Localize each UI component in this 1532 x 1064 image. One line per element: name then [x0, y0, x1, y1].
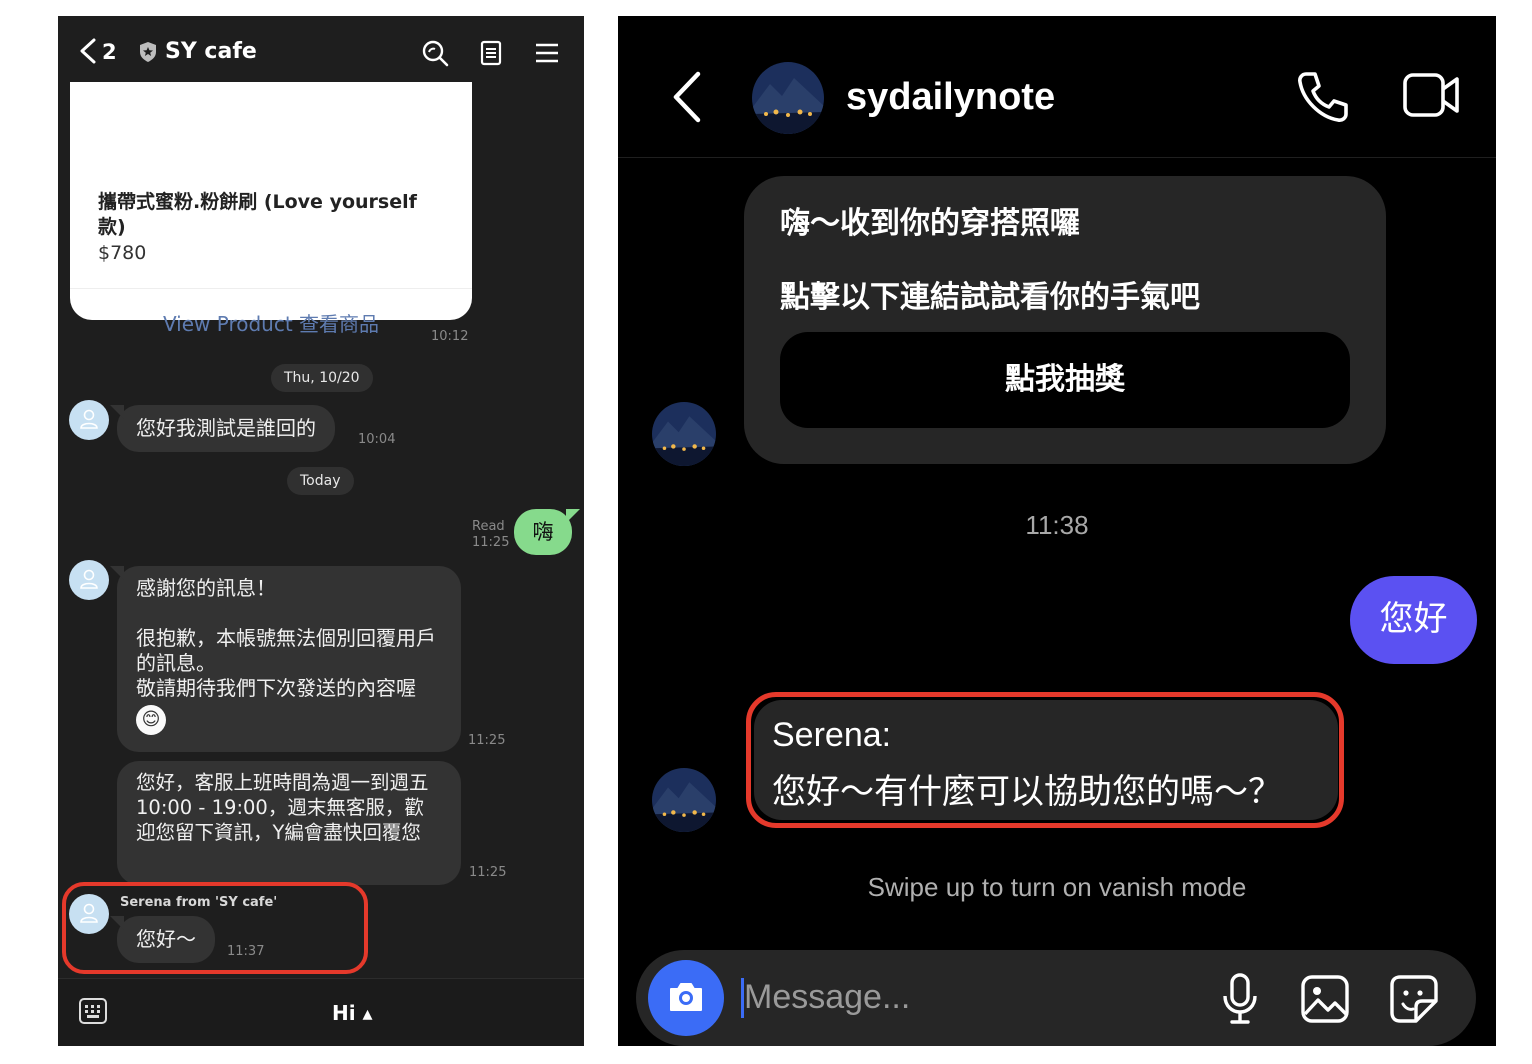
received-message: 您好我測試是誰回的 [110, 405, 335, 452]
highlight-box [62, 882, 368, 974]
avatar [69, 560, 109, 600]
message-composer: Message... [636, 950, 1476, 1046]
back-arrow-icon[interactable] [670, 70, 704, 124]
notes-icon[interactable] [476, 38, 506, 68]
video-call-icon[interactable] [1402, 70, 1462, 120]
emoji-sticker: 😊 [136, 705, 166, 735]
card-line: 點擊以下連結試試看你的手氣吧 [780, 281, 1200, 314]
highlight-box [746, 692, 1344, 828]
date-separator: Thu, 10/20 [271, 364, 373, 392]
phone-icon[interactable] [1294, 68, 1352, 126]
line-footer: Hi ▴ [58, 978, 584, 1046]
ig-header: sydailynote [618, 16, 1496, 158]
message-time: 11:25 [468, 733, 506, 748]
chat-username[interactable]: sydailynote [846, 76, 1055, 119]
keyboard-icon[interactable] [78, 997, 108, 1025]
shield-icon [140, 42, 156, 62]
view-product-link[interactable]: View Product 查看商品 [70, 308, 472, 337]
message-line: 敬請期待我們下次發送的內容喔 [136, 676, 416, 700]
sent-message: 您好 [1350, 576, 1477, 664]
camera-button[interactable] [648, 960, 724, 1036]
product-price: $780 [98, 242, 147, 264]
rich-menu-toggle[interactable]: Hi ▴ [332, 1001, 373, 1025]
search-icon[interactable] [420, 38, 450, 68]
message-line: 很抱歉，本帳號無法個別回覆用戶的訊息。 [136, 626, 436, 675]
date-separator: Today [287, 467, 354, 495]
product-card[interactable]: 攜帶式蜜粉.粉餅刷 (Love yourself 款) $780 View Pr… [70, 52, 472, 336]
message-time: 11:25 [469, 865, 507, 880]
back-arrow-icon[interactable] [76, 36, 102, 66]
instagram-chat-panel: sydailynote 嗨～收到你的穿搭照囉 點擊以下連結試試看你的手氣吧 點我… [618, 16, 1496, 1046]
lottery-button[interactable]: 點我抽獎 [780, 332, 1350, 428]
avatar [69, 400, 109, 440]
line-header: 2 SY cafe [58, 16, 584, 82]
message-input[interactable]: Message... [744, 978, 910, 1017]
unread-count[interactable]: 2 [102, 40, 117, 64]
microphone-icon[interactable] [1220, 972, 1260, 1026]
product-name: 攜帶式蜜粉.粉餅刷 (Love yourself 款) [98, 191, 417, 238]
message-time: 11:25 [472, 535, 510, 550]
promo-card: 嗨～收到你的穿搭照囉 點擊以下連結試試看你的手氣吧 點我抽獎 [744, 176, 1386, 464]
profile-avatar[interactable] [752, 62, 824, 134]
line-chat-panel: 2 SY cafe 攜帶式蜜粉.粉餅刷 (Love yourself 款) $7… [58, 16, 584, 1046]
vanish-mode-hint: Swipe up to turn on vanish mode [867, 872, 1247, 902]
camera-icon [670, 983, 702, 1011]
received-message: 感謝您的訊息！ 很抱歉，本帳號無法個別回覆用戶的訊息。 敬請期待我們下次發送的內… [110, 566, 461, 752]
card-line: 嗨～收到你的穿搭照囉 [780, 207, 1080, 240]
sender-avatar [652, 402, 716, 466]
sender-avatar [652, 768, 716, 832]
message-time: 11:38 [1025, 510, 1089, 540]
read-status: Read [472, 519, 505, 534]
sent-message: 嗨 [514, 509, 580, 555]
message-line: 感謝您的訊息！ [136, 576, 276, 600]
menu-icon[interactable] [532, 38, 562, 68]
received-message: 您好，客服上班時間為週一到週五10:00 - 19:00，週末無客服，歡迎您留下… [117, 761, 461, 885]
chat-title: SY cafe [165, 39, 257, 64]
sticker-icon[interactable] [1388, 974, 1440, 1024]
gallery-icon[interactable] [1300, 974, 1350, 1024]
card-divider [70, 288, 472, 289]
message-time: 10:04 [358, 432, 396, 447]
